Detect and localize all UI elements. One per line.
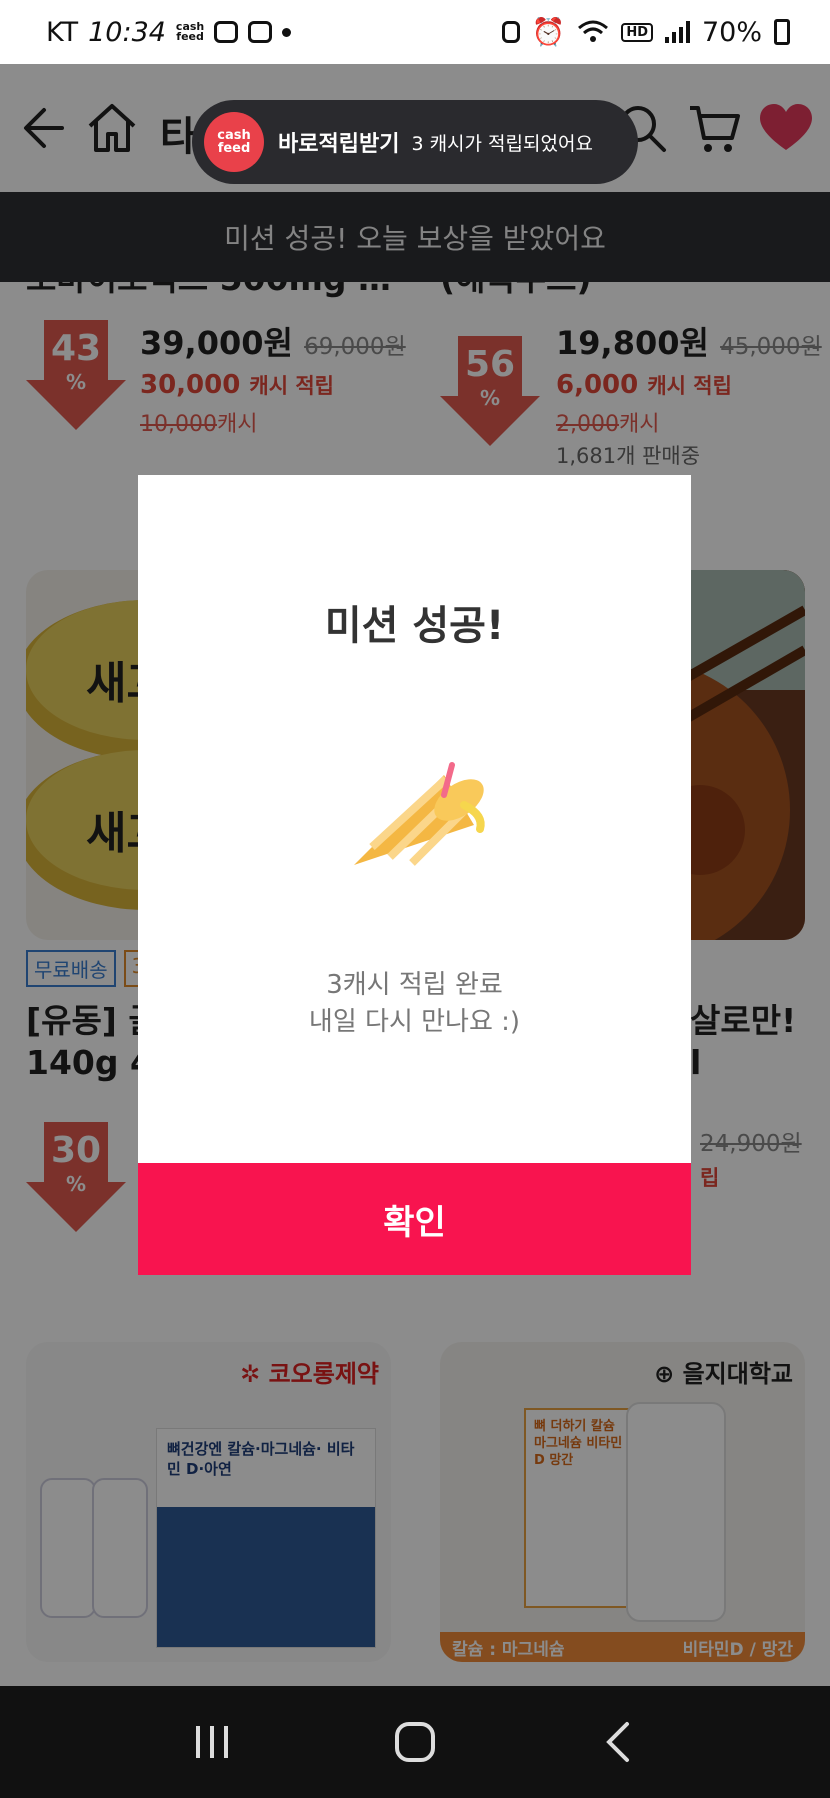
mission-success-dialog: 미션 성공! 3캐시 적립 완료 내일 다시 만나요 :) 확인 [138, 475, 691, 1275]
cashfeed-logo-text-2: feed [217, 141, 251, 156]
battery-percent: 70% [701, 16, 762, 48]
dialog-title: 미션 성공! [324, 603, 505, 649]
cashfeed-logo: cash feed [204, 112, 264, 172]
home-nav-icon [394, 1722, 435, 1762]
battery-icon [774, 19, 790, 45]
confirm-button[interactable]: 확인 [138, 1163, 691, 1275]
recent-apps-icon [195, 1726, 228, 1758]
carrier-label: KT [46, 16, 79, 48]
status-bar: KT 10:34 cash feed ⏰ HD 70% [0, 0, 830, 64]
home-button[interactable] [380, 1712, 450, 1772]
hd-voice-icon: HD [621, 22, 653, 42]
signal-icon [664, 21, 690, 43]
cashfeed-notification-icon: cash feed [176, 21, 204, 43]
dialog-message: 3캐시 적립 완료 내일 다시 만나요 :) [138, 967, 691, 1041]
cashfeed-icon-text-2: feed [176, 30, 204, 43]
dialog-message-line1: 3캐시 적립 완료 [326, 970, 503, 1000]
reward-toast: cash feed 바로적립받기 3 캐시가 적립되었어요 [192, 100, 638, 184]
alarm-icon: ⏰ [531, 17, 566, 48]
wifi-icon [578, 20, 609, 42]
system-nav-bar [0, 1686, 830, 1798]
toast-label: 바로적립받기 [278, 132, 400, 157]
toast-message: 3 캐시가 적립되었어요 [411, 132, 593, 155]
back-button[interactable] [583, 1712, 653, 1772]
gallery-icon [248, 21, 273, 43]
battery-saver-icon [501, 21, 520, 43]
recent-apps-button[interactable] [177, 1712, 247, 1772]
back-nav-icon [606, 1722, 630, 1762]
dialog-message-line2: 내일 다시 만나요 :) [308, 1007, 521, 1037]
clock: 10:34 [88, 16, 166, 48]
instagram-icon [214, 21, 239, 43]
party-popper-icon [354, 762, 485, 866]
more-notifications-dot-icon [282, 27, 292, 37]
